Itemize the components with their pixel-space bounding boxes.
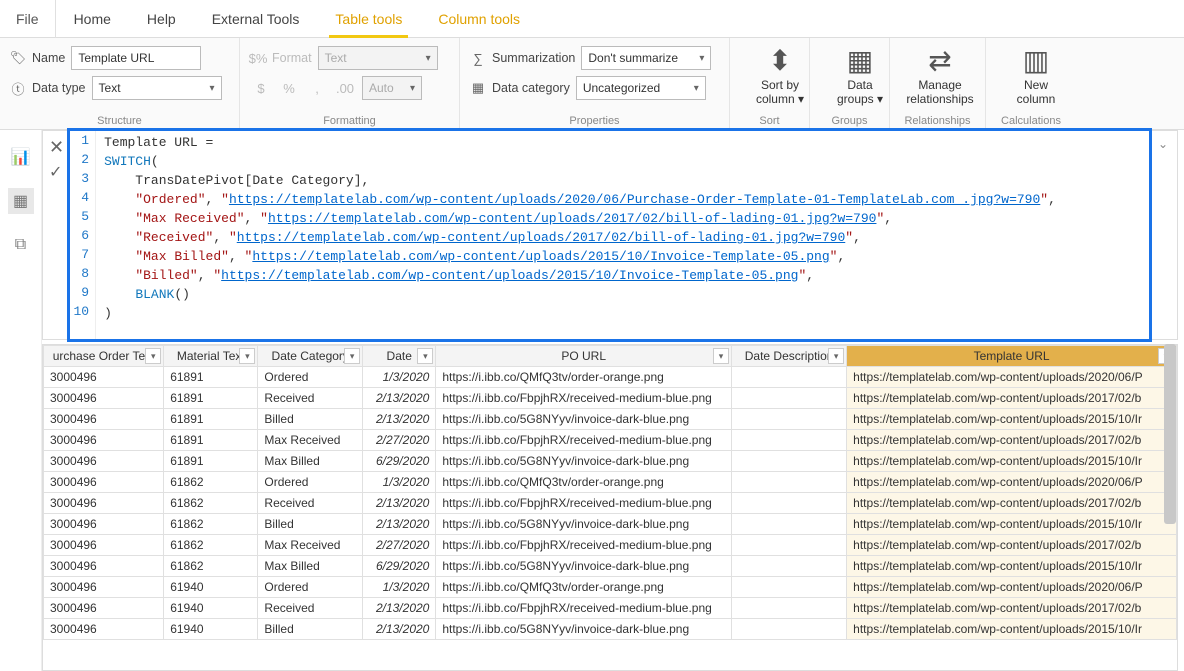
category-label: Data category bbox=[492, 81, 570, 95]
table-row[interactable]: 300049661940Billed2/13/2020https://i.ibb… bbox=[44, 619, 1177, 640]
table-row[interactable]: 300049661862Max Billed6/29/2020https://i… bbox=[44, 556, 1177, 577]
datatype-label: Data type bbox=[32, 81, 86, 95]
summarization-select[interactable]: Don't summarize▾ bbox=[581, 46, 711, 70]
file-tab[interactable]: File bbox=[0, 0, 56, 38]
filter-icon[interactable]: ▾ bbox=[239, 348, 255, 364]
percent-button[interactable]: % bbox=[278, 77, 300, 99]
chevron-down-icon: ▾ bbox=[699, 53, 704, 64]
groups-icon: ▦ bbox=[847, 44, 873, 77]
sort-icon: ⬍ bbox=[768, 44, 791, 77]
group-formatting: Formatting bbox=[250, 113, 449, 127]
top-tabs: File Home Help External Tools Table tool… bbox=[0, 0, 1184, 38]
data-grid[interactable]: urchase Order Text▾Material Text▾Date Ca… bbox=[42, 344, 1178, 671]
sigma-icon: ∑ bbox=[470, 50, 486, 66]
scrollbar-thumb[interactable] bbox=[1164, 344, 1176, 524]
tag-icon: 🏷 bbox=[10, 50, 26, 66]
table-row[interactable]: 300049661940Received2/13/2020https://i.i… bbox=[44, 598, 1177, 619]
chevron-down-icon: ▾ bbox=[694, 83, 699, 94]
data-view-button[interactable]: ▦ bbox=[8, 188, 34, 214]
format-label: Format bbox=[272, 51, 312, 65]
category-icon: ▦ bbox=[470, 80, 486, 96]
group-properties: Properties bbox=[470, 113, 719, 127]
tab-help[interactable]: Help bbox=[129, 0, 194, 38]
table-row[interactable]: 300049661891Max Received2/27/2020https:/… bbox=[44, 430, 1177, 451]
tab-home[interactable]: Home bbox=[56, 0, 129, 38]
report-view-button[interactable]: 📊 bbox=[8, 144, 34, 170]
manage-relationships-button[interactable]: ⇄ Managerelationships bbox=[900, 42, 980, 107]
column-header[interactable]: Material Text▾ bbox=[164, 346, 258, 367]
decimal-button[interactable]: .00 bbox=[334, 77, 356, 99]
chevron-down-icon: ▾ bbox=[426, 53, 431, 64]
table-row[interactable]: 300049661891Ordered1/3/2020https://i.ibb… bbox=[44, 367, 1177, 388]
filter-icon[interactable]: ▾ bbox=[145, 348, 161, 364]
group-sort: Sort bbox=[740, 113, 799, 127]
data-groups-button[interactable]: ▦ Datagroups ▾ bbox=[820, 42, 900, 107]
group-relationships: Relationships bbox=[900, 113, 975, 127]
table-row[interactable]: 300049661891Billed2/13/2020https://i.ibb… bbox=[44, 409, 1177, 430]
format-icon: $% bbox=[250, 50, 266, 66]
model-view-button[interactable]: ⧉ bbox=[8, 232, 34, 258]
datatype-select[interactable]: Text▾ bbox=[92, 76, 222, 100]
table-row[interactable]: 300049661862Ordered1/3/2020https://i.ibb… bbox=[44, 472, 1177, 493]
format-select[interactable]: Text▾ bbox=[318, 46, 438, 70]
tab-external[interactable]: External Tools bbox=[194, 0, 318, 38]
table-row[interactable]: 300049661891Max Billed6/29/2020https://i… bbox=[44, 451, 1177, 472]
column-header[interactable]: Date▾ bbox=[363, 346, 436, 367]
column-header[interactable]: Date Category▾ bbox=[258, 346, 363, 367]
group-groups: Groups bbox=[820, 113, 879, 127]
filter-icon[interactable]: ▾ bbox=[417, 348, 433, 364]
category-select[interactable]: Uncategorized▾ bbox=[576, 76, 706, 100]
summarization-label: Summarization bbox=[492, 51, 575, 65]
formula-bar: ✕ ✓ 12345678910Template URL =SWITCH( Tra… bbox=[42, 130, 1178, 340]
new-column-icon: ▥ bbox=[1023, 44, 1049, 77]
table-row[interactable]: 300049661862Max Received2/27/2020https:/… bbox=[44, 535, 1177, 556]
currency-button[interactable]: $ bbox=[250, 77, 272, 99]
comma-button[interactable]: , bbox=[306, 77, 328, 99]
filter-icon[interactable]: ▾ bbox=[828, 348, 844, 364]
datatype-icon: ⓣ bbox=[10, 80, 26, 96]
name-label: Name bbox=[32, 51, 65, 65]
ribbon: 🏷 Name Template URL ⓣ Data type Text▾ St… bbox=[0, 38, 1184, 130]
filter-icon[interactable]: ▾ bbox=[713, 348, 729, 364]
relationships-icon: ⇄ bbox=[928, 44, 951, 77]
column-header[interactable]: Template URL▾ bbox=[847, 346, 1177, 367]
column-header[interactable]: PO URL▾ bbox=[436, 346, 732, 367]
cancel-formula-button[interactable]: ✕ bbox=[49, 137, 64, 158]
decimals-input[interactable]: Auto▾ bbox=[362, 76, 422, 100]
formula-editor[interactable]: 12345678910Template URL =SWITCH( TransDa… bbox=[70, 131, 1149, 339]
view-rail: 📊 ▦ ⧉ bbox=[0, 130, 42, 671]
filter-icon[interactable]: ▾ bbox=[344, 348, 360, 364]
tab-table-tools[interactable]: Table tools bbox=[317, 0, 420, 38]
expand-formula-button[interactable]: ⌄ bbox=[1149, 131, 1177, 339]
new-column-button[interactable]: ▥ Newcolumn bbox=[996, 42, 1076, 107]
column-header[interactable]: Date Description▾ bbox=[732, 346, 847, 367]
tab-column-tools[interactable]: Column tools bbox=[420, 0, 538, 38]
commit-formula-button[interactable]: ✓ bbox=[49, 162, 64, 182]
stepper-icon: ▾ bbox=[410, 83, 415, 94]
table-row[interactable]: 300049661862Received2/13/2020https://i.i… bbox=[44, 493, 1177, 514]
table-row[interactable]: 300049661891Received2/13/2020https://i.i… bbox=[44, 388, 1177, 409]
table-row[interactable]: 300049661940Ordered1/3/2020https://i.ibb… bbox=[44, 577, 1177, 598]
group-calculations: Calculations bbox=[996, 113, 1066, 127]
sort-by-column-button[interactable]: ⬍ Sort bycolumn ▾ bbox=[740, 42, 820, 107]
group-structure: Structure bbox=[10, 113, 229, 127]
chevron-down-icon: ▾ bbox=[209, 83, 214, 94]
table-row[interactable]: 300049661862Billed2/13/2020https://i.ibb… bbox=[44, 514, 1177, 535]
name-input[interactable]: Template URL bbox=[71, 46, 201, 70]
column-header[interactable]: urchase Order Text▾ bbox=[44, 346, 164, 367]
